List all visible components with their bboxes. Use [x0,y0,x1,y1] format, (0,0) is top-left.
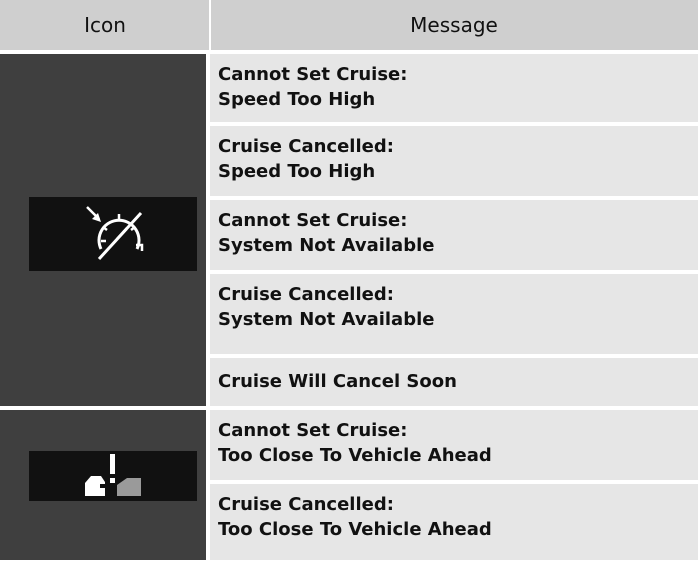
message-row: Cruise Cancelled: Too Close To Vehicle A… [210,484,698,560]
message-line-2: Speed Too High [218,89,376,110]
table-header: Icon Message [0,0,698,50]
cruise-control-cancelled-icon [29,197,197,271]
message-line-2: System Not Available [218,309,435,330]
message-line-2: System Not Available [218,235,435,256]
header-icon-column: Icon [84,13,126,37]
message-line-1: Cannot Set Cruise: [218,420,408,441]
message-row: Cannot Set Cruise: Speed Too High [210,54,698,122]
icon-cell-cruise [0,54,206,406]
message-row: Cruise Cancelled: System Not Available [210,274,698,354]
message-line-1: Cruise Cancelled: [218,494,394,515]
message-line-2: Too Close To Vehicle Ahead [218,519,492,540]
message-row: Cannot Set Cruise: System Not Available [210,200,698,270]
message-line-1: Cannot Set Cruise: [218,64,408,85]
message-line-1: Cannot Set Cruise: [218,210,408,231]
message-line-1: Cruise Cancelled: [218,284,394,305]
message-line-2: Speed Too High [218,161,376,182]
message-line-1: Cruise Cancelled: [218,136,394,157]
message-row: Cannot Set Cruise: Too Close To Vehicle … [210,410,698,480]
message-line-1: Cruise Will Cancel Soon [218,371,457,392]
message-row: Cruise Cancelled: Speed Too High [210,126,698,196]
vehicle-too-close-warning-icon [29,451,197,501]
message-row: Cruise Will Cancel Soon [210,358,698,406]
icon-cell-distance [0,410,206,560]
message-line-2: Too Close To Vehicle Ahead [218,445,492,466]
header-message-column: Message [410,13,498,37]
